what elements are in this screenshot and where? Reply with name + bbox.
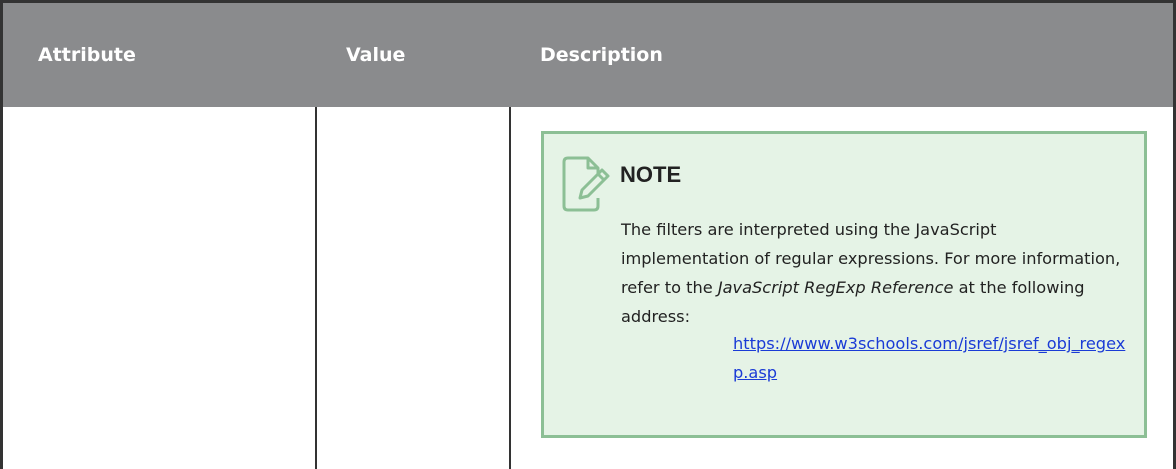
table-header-row: Attribute Value Description: [0, 0, 1176, 107]
header-attribute: Attribute: [38, 44, 136, 66]
column-divider: [509, 107, 511, 469]
note-text-italic: JavaScript RegExp Reference: [717, 278, 954, 297]
column-divider: [315, 107, 317, 469]
attribute-table: Attribute Value Description NOTE The fil…: [0, 0, 1176, 469]
header-description: Description: [540, 44, 663, 66]
header-value: Value: [346, 44, 406, 66]
note-body: The filters are interpreted using the Ja…: [621, 215, 1121, 331]
note-title: NOTE: [620, 162, 682, 187]
note-callout: NOTE The filters are interpreted using t…: [541, 131, 1147, 438]
note-edit-icon: [562, 156, 610, 212]
regexp-reference-link[interactable]: https://www.w3schools.com/jsref/jsref_ob…: [733, 329, 1133, 387]
